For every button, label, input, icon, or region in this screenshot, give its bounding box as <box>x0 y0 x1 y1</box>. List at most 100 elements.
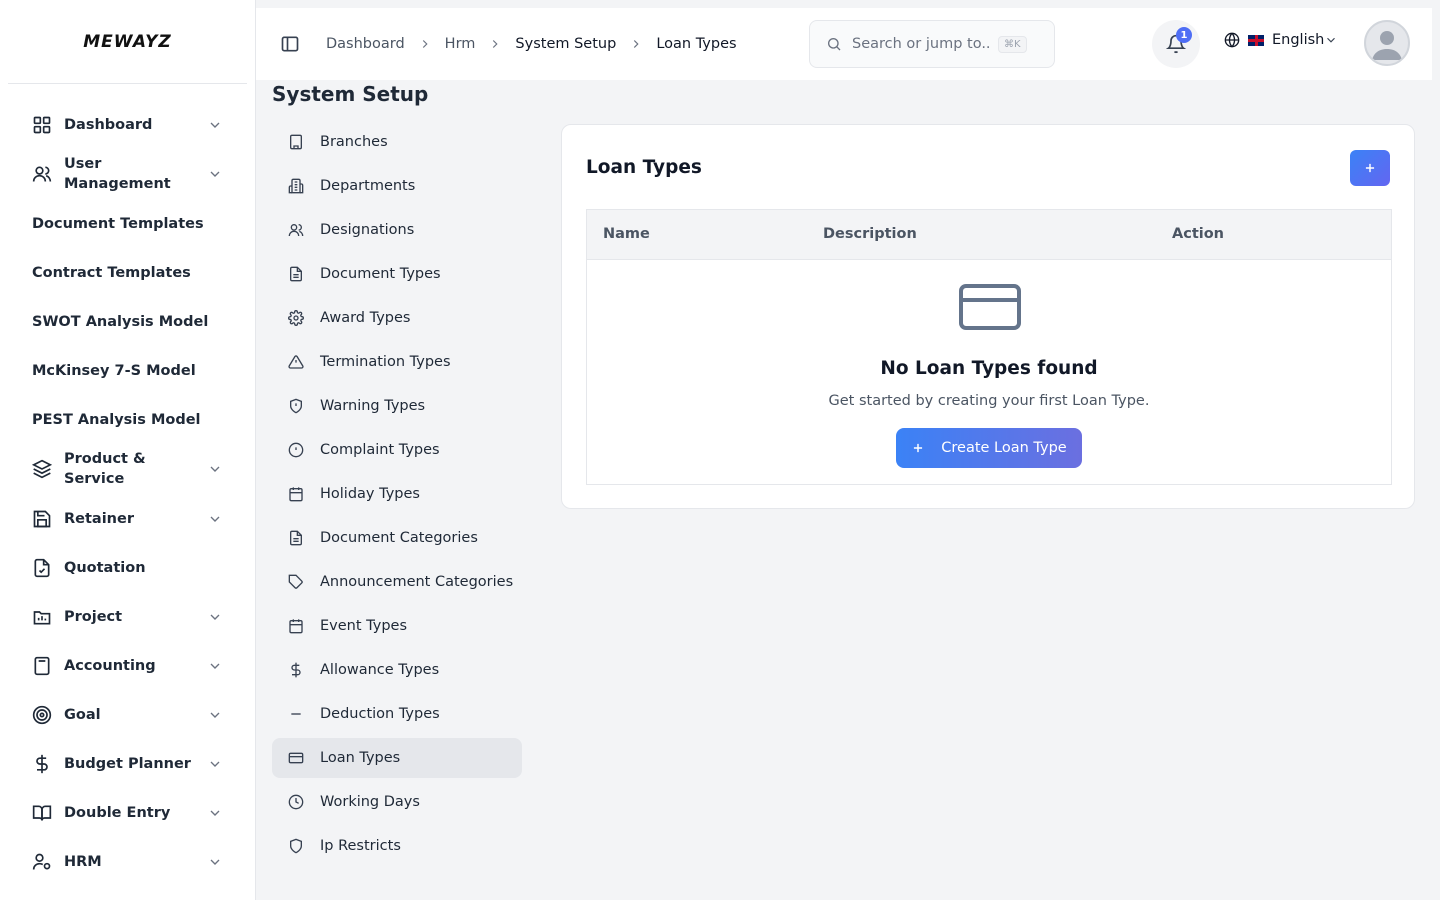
setup-item-warning-types[interactable]: Warning Types <box>272 386 522 426</box>
setup-item-label: Warning Types <box>320 398 426 414</box>
uk-flag-icon <box>1248 34 1264 46</box>
setup-item-label: Designations <box>320 222 415 238</box>
setup-item-designations[interactable]: Designations <box>272 210 522 250</box>
logo[interactable]: MEWAYZ <box>8 0 247 84</box>
search-input[interactable] <box>852 36 992 52</box>
user-cog-icon <box>32 852 52 872</box>
breadcrumb-hrm[interactable]: Hrm <box>445 36 476 52</box>
chevron-down-icon <box>210 122 220 128</box>
sidebar-item-label: Accounting <box>64 657 156 674</box>
sidebar-item-pest[interactable]: PEST Analysis Model <box>0 395 255 444</box>
sidebar-item-swot[interactable]: SWOT Analysis Model <box>0 297 255 346</box>
chevron-down-icon <box>210 663 220 669</box>
add-loan-type-button[interactable] <box>1350 150 1390 186</box>
search-shortcut: ⌘K <box>998 35 1027 53</box>
breadcrumb: Dashboard Hrm System Setup Loan Types <box>326 36 737 52</box>
sidebar-item-budget-planner[interactable]: Budget Planner <box>0 739 255 788</box>
setup-item-label: Complaint Types <box>320 442 440 458</box>
language-label: English <box>1272 32 1325 48</box>
setup-item-ip-restricts[interactable]: Ip Restricts <box>272 826 522 866</box>
sidebar-nav: Dashboard User Management Document Templ… <box>0 84 255 886</box>
sidebar-item-mckinsey[interactable]: McKinsey 7-S Model <box>0 346 255 395</box>
avatar[interactable] <box>1364 20 1410 66</box>
loan-types-table: Name Description Action No Loan Types fo… <box>586 209 1392 485</box>
chevron-down-icon <box>210 761 220 767</box>
setup-item-allowance-types[interactable]: Allowance Types <box>272 650 522 690</box>
sidebar-item-goal[interactable]: Goal <box>0 690 255 739</box>
sidebar-toggle-icon[interactable] <box>280 34 300 54</box>
setup-item-holiday-types[interactable]: Holiday Types <box>272 474 522 514</box>
sidebar-item-label: Product & Service <box>64 451 146 487</box>
setup-item-label: Announcement Categories <box>320 574 514 590</box>
column-name[interactable]: Name <box>603 226 650 242</box>
sidebar-item-label: HRM <box>64 853 102 870</box>
calendar-icon <box>288 618 304 634</box>
notifications-button[interactable]: 1 <box>1152 20 1200 68</box>
setup-item-event-types[interactable]: Event Types <box>272 606 522 646</box>
sidebar-item-label: Project <box>64 608 123 625</box>
book-icon <box>32 803 52 823</box>
setup-item-document-types[interactable]: Document Types <box>272 254 522 294</box>
sidebar-item-product-service[interactable]: Product & Service <box>0 444 255 494</box>
sidebar-item-label: PEST Analysis Model <box>32 411 201 428</box>
sidebar-item-label: Retainer <box>64 510 134 527</box>
sidebar-item-label: Budget Planner <box>64 755 191 772</box>
chevron-down-icon <box>210 171 220 177</box>
document-icon <box>288 266 304 282</box>
clock-icon <box>288 794 304 810</box>
setup-item-document-categories[interactable]: Document Categories <box>272 518 522 558</box>
sidebar-item-double-entry[interactable]: Double Entry <box>0 788 255 837</box>
sidebar-item-quotation[interactable]: Quotation <box>0 543 255 592</box>
setup-menu: Branches Departments Designations Docume… <box>272 122 522 870</box>
setup-item-announcement-categories[interactable]: Announcement Categories <box>272 562 522 602</box>
sidebar-item-dashboard[interactable]: Dashboard <box>0 100 255 149</box>
save-icon <box>32 509 52 529</box>
search-icon <box>828 38 841 51</box>
setup-item-label: Termination Types <box>320 354 451 370</box>
sidebar-item-label: McKinsey 7-S Model <box>32 362 196 379</box>
sidebar-item-contract-templates[interactable]: Contract Templates <box>0 248 255 297</box>
setup-item-label: Departments <box>320 178 416 194</box>
create-button-label: Create Loan Type <box>941 440 1067 456</box>
setup-item-label: Deduction Types <box>320 706 440 722</box>
setup-item-deduction-types[interactable]: Deduction Types <box>272 694 522 734</box>
sidebar-item-project[interactable]: Project <box>0 592 255 641</box>
column-description[interactable]: Description <box>823 226 917 242</box>
setup-item-complaint-types[interactable]: Complaint Types <box>272 430 522 470</box>
users-icon <box>288 222 304 238</box>
sidebar: MEWAYZ Dashboard User Management Documen… <box>0 0 256 900</box>
setup-item-award-types[interactable]: Award Types <box>272 298 522 338</box>
sidebar-item-label: SWOT Analysis Model <box>32 313 209 330</box>
sidebar-item-user-management[interactable]: User Management <box>0 149 255 199</box>
sidebar-item-accounting[interactable]: Accounting <box>0 641 255 690</box>
setup-item-label: Working Days <box>320 794 420 810</box>
sidebar-item-label: Double Entry <box>64 804 171 821</box>
file-check-icon <box>32 558 52 578</box>
search-box[interactable]: ⌘K <box>809 20 1055 68</box>
sidebar-item-label: Contract Templates <box>32 264 191 281</box>
sidebar-item-document-templates[interactable]: Document Templates <box>0 199 255 248</box>
sidebar-item-label: Quotation <box>64 559 146 576</box>
users-icon <box>32 164 52 184</box>
calendar-icon <box>288 486 304 502</box>
dollar-icon <box>32 754 52 774</box>
setup-item-termination-types[interactable]: Termination Types <box>272 342 522 382</box>
setup-item-working-days[interactable]: Working Days <box>272 782 522 822</box>
chevron-down-icon <box>210 712 220 718</box>
sidebar-item-retainer[interactable]: Retainer <box>0 494 255 543</box>
chevron-down-icon <box>210 516 220 522</box>
setup-item-label: Branches <box>320 134 388 150</box>
breadcrumb-system-setup[interactable]: System Setup <box>515 36 616 52</box>
language-selector[interactable]: English <box>1224 32 1338 48</box>
setup-item-departments[interactable]: Departments <box>272 166 522 206</box>
sidebar-item-label: Document Templates <box>32 215 204 232</box>
setup-item-branches[interactable]: Branches <box>272 122 522 162</box>
breadcrumb-dashboard[interactable]: Dashboard <box>326 36 405 52</box>
setup-item-loan-types[interactable]: Loan Types <box>272 738 522 778</box>
setup-item-label: Event Types <box>320 618 408 634</box>
setup-item-label: Allowance Types <box>320 662 440 678</box>
setup-item-label: Holiday Types <box>320 486 420 502</box>
create-loan-type-button[interactable]: Create Loan Type <box>896 428 1082 468</box>
sidebar-item-hrm[interactable]: HRM <box>0 837 255 886</box>
chevron-down-icon <box>210 466 220 472</box>
